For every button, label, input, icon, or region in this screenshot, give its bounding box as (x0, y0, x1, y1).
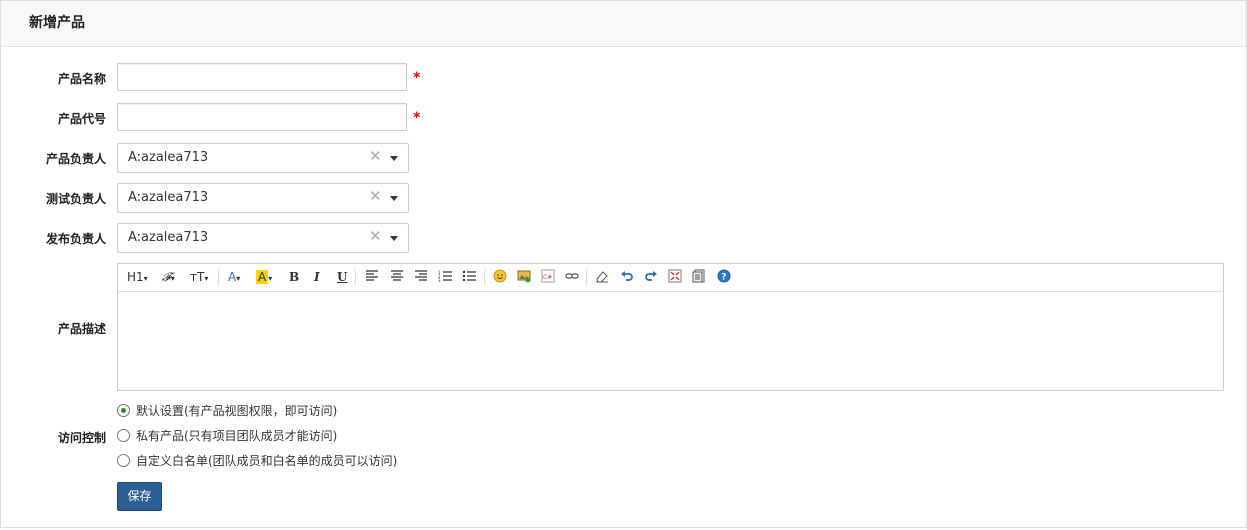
emoji-icon[interactable] (493, 269, 507, 283)
product-name-label: 产品名称 (57, 72, 106, 86)
font-size-label: ᴛT (190, 270, 205, 284)
clear-icon[interactable]: ✕ (369, 187, 382, 205)
source-icon[interactable] (692, 269, 706, 283)
product-code-input[interactable] (117, 103, 407, 131)
heading-button[interactable]: H1▾ (127, 268, 148, 286)
description-editor: H1▾ 𝓕▾ ᴛT▾ A▾ A ▾ B I U 123 C# ? (117, 263, 1224, 391)
radio-icon[interactable] (117, 454, 130, 467)
font-color-button[interactable]: A▾ (228, 268, 240, 286)
align-center-icon[interactable] (390, 269, 404, 283)
required-mark: * (413, 110, 421, 126)
svg-text:3: 3 (438, 278, 441, 283)
align-left-icon[interactable] (365, 269, 379, 283)
product-owner-label: 产品负责人 (45, 152, 106, 166)
font-family-button[interactable]: 𝓕▾ (162, 268, 175, 286)
font-size-button[interactable]: ᴛT▾ (190, 268, 208, 286)
access-option-label: 私有产品(只有项目团队成员才能访问) (136, 429, 338, 443)
toolbar-divider (586, 269, 587, 285)
product-name-input[interactable] (117, 63, 407, 91)
access-control-label: 访问控制 (57, 431, 106, 445)
access-option-default[interactable]: 默认设置(有产品视图权限，即可访问) (117, 402, 337, 420)
qa-owner-select[interactable]: A:azalea713 ✕ (117, 183, 409, 213)
qa-owner-value: A:azalea713 (128, 190, 209, 205)
heading-label: H1 (127, 270, 144, 284)
unordered-list-icon[interactable] (462, 269, 476, 283)
bold-button[interactable]: B (289, 268, 299, 286)
release-owner-label: 发布负责人 (45, 232, 106, 246)
redo-icon[interactable] (644, 269, 658, 283)
toolbar-divider (218, 269, 219, 285)
fullscreen-icon[interactable] (668, 269, 682, 283)
italic-button[interactable]: I (314, 268, 320, 286)
clear-icon[interactable]: ✕ (369, 147, 382, 165)
radio-icon[interactable] (117, 429, 130, 442)
eraser-icon[interactable] (595, 269, 609, 283)
access-option-private[interactable]: 私有产品(只有项目团队成员才能访问) (117, 427, 337, 445)
svg-text:?: ? (721, 273, 726, 283)
required-mark: * (413, 70, 421, 86)
toolbar-divider (484, 269, 485, 285)
help-icon[interactable]: ? (717, 269, 731, 283)
background-color-button[interactable]: A ▾ (256, 268, 272, 286)
dropdown-caret-icon[interactable] (390, 156, 398, 161)
qa-owner-label: 测试负责人 (45, 192, 106, 206)
svg-text:C#: C# (543, 274, 552, 281)
font-color-label: A (228, 270, 237, 284)
release-owner-value: A:azalea713 (128, 230, 209, 245)
dropdown-caret-icon[interactable] (390, 236, 398, 241)
product-owner-select[interactable]: A:azalea713 ✕ (117, 143, 409, 173)
save-button[interactable]: 保存 (117, 482, 162, 511)
clear-icon[interactable]: ✕ (369, 227, 382, 245)
access-option-whitelist[interactable]: 自定义白名单(团队成员和白名单的成员可以访问) (117, 452, 397, 470)
page-title: 新增产品 (1, 1, 1246, 47)
undo-icon[interactable] (620, 269, 634, 283)
release-owner-select[interactable]: A:azalea713 ✕ (117, 223, 409, 253)
dropdown-caret-icon[interactable] (390, 196, 398, 201)
background-color-label: A (256, 270, 269, 284)
radio-selected-icon[interactable] (117, 404, 130, 417)
description-content-area[interactable] (118, 292, 1223, 390)
underline-button[interactable]: U (337, 268, 347, 286)
ordered-list-icon[interactable]: 123 (438, 269, 452, 283)
code-icon[interactable]: C# (541, 269, 555, 283)
image-icon[interactable] (517, 269, 531, 283)
product-create-panel: 新增产品 产品名称 * 产品代号 * 产品负责人 A:azalea713 ✕ 测… (0, 0, 1247, 528)
access-option-label: 默认设置(有产品视图权限，即可访问) (136, 404, 338, 418)
access-option-label: 自定义白名单(团队成员和白名单的成员可以访问) (136, 454, 398, 468)
link-icon[interactable] (565, 269, 579, 283)
product-code-label: 产品代号 (57, 112, 106, 126)
font-family-label: 𝓕 (162, 270, 171, 284)
align-right-icon[interactable] (414, 269, 428, 283)
product-owner-value: A:azalea713 (128, 150, 209, 165)
toolbar-divider (355, 269, 356, 285)
description-label: 产品描述 (57, 322, 106, 336)
editor-toolbar: H1▾ 𝓕▾ ᴛT▾ A▾ A ▾ B I U 123 C# ? (118, 264, 1223, 292)
